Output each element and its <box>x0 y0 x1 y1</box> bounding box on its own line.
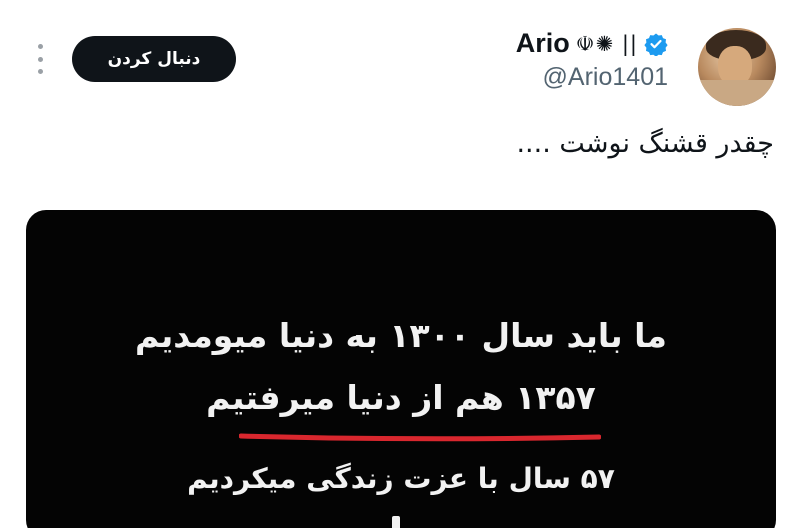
user-info: Ario ☫✺ || @Ario1401 <box>516 28 668 92</box>
media-text-line-1: ما باید سال ۱۳۰۰ به دنیا میومدیم <box>134 316 667 355</box>
verified-badge-icon <box>644 33 668 56</box>
more-dot <box>37 44 43 49</box>
red-underline <box>239 433 601 442</box>
display-name[interactable]: Ario <box>516 28 570 59</box>
tweet-screenshot: دنبال کردن Ario ☫✺ || @Ario1401 چقدر قشن… <box>0 0 800 528</box>
more-options-icon[interactable] <box>33 44 47 74</box>
more-dot <box>37 69 43 74</box>
media-text-line-3: ۵۷ سال با عزت زندگی میکردیم <box>187 462 615 495</box>
avatar[interactable] <box>698 28 776 106</box>
name-row: Ario ☫✺ || <box>516 28 668 59</box>
name-symbols: ☫✺ || <box>575 31 638 56</box>
user-handle[interactable]: @Ario1401 <box>516 63 668 92</box>
more-dot <box>37 56 43 62</box>
follow-button[interactable]: دنبال کردن <box>72 36 236 82</box>
media-text-line-4-fragment <box>392 516 400 528</box>
media-text-line-2: ۱۳۵۷ هم از دنیا میرفتیم <box>206 378 596 417</box>
tweet-media-image[interactable]: ما باید سال ۱۳۰۰ به دنیا میومدیم ۱۳۵۷ هم… <box>26 210 776 528</box>
tweet-text: چقدر قشنگ نوشت .... <box>516 128 774 159</box>
avatar-shirt <box>698 80 776 106</box>
